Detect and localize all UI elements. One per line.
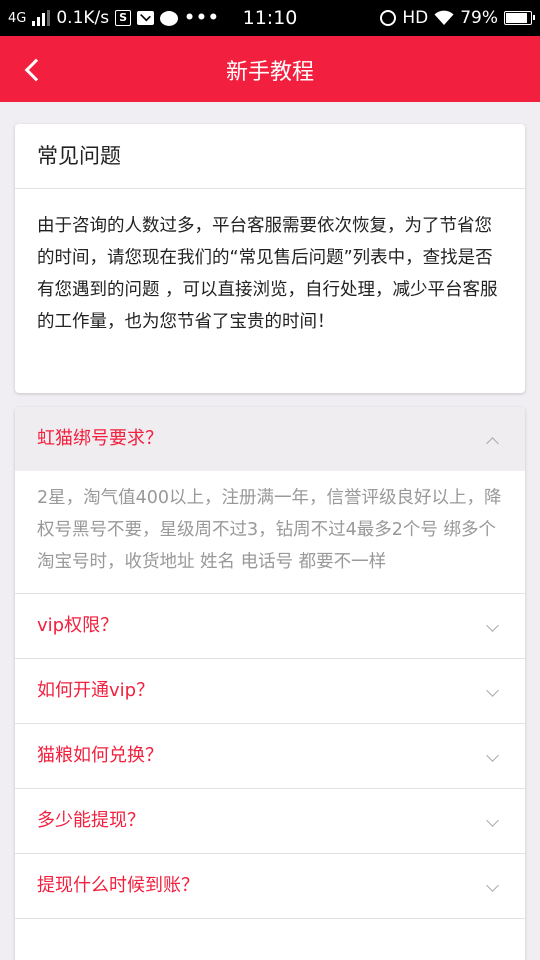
faq-item: 虹猫绑号要求？ 2星，淘气值400以上，注册满一年，信誉评级良好以上，降权号黑号…: [15, 407, 525, 594]
chevron-down-icon: [486, 814, 499, 827]
faq-question-text: 多少能提现？: [37, 810, 145, 831]
faq-question-text: 猫粮如何兑换？: [37, 745, 163, 766]
chevron-down-icon: [486, 749, 499, 762]
battery-fill: [506, 13, 527, 23]
faq-question-text: vip权限？: [37, 615, 119, 636]
app-bar: 新手教程: [0, 36, 540, 102]
chevron-down-icon: [486, 879, 499, 892]
faq-answer: 2星，淘气值400以上，注册满一年，信誉评级良好以上，降权号黑号不要，星级周不过…: [37, 488, 502, 572]
faq-question-text: 提现什么时候到账？: [37, 875, 199, 896]
faq-item: 如何开通vip？: [15, 659, 525, 724]
battery-icon: [504, 11, 535, 25]
faq-item: 提现什么时候到账？: [15, 854, 525, 919]
faq-question-toggle[interactable]: 提现什么时候到账？: [15, 854, 525, 918]
battery-percent: 79%: [460, 8, 498, 28]
intro-body: 由于咨询的人数过多，平台客服需要依次恢复，为了节省您的时间，请您现在我们的“常见…: [37, 216, 498, 332]
alarm-icon: [380, 10, 397, 26]
faq-item: 多少能提现？: [15, 789, 525, 854]
faq-question-toggle[interactable]: 虹猫绑号要求？: [15, 407, 525, 471]
faq-question-toggle[interactable]: 如何开通vip？: [15, 659, 525, 723]
faq-list: 虹猫绑号要求？ 2星，淘气值400以上，注册满一年，信誉评级良好以上，降权号黑号…: [15, 407, 525, 960]
faq-item: 猫粮如何兑换？: [15, 724, 525, 789]
faq-question-toggle[interactable]: 多少能提现？: [15, 789, 525, 853]
faq-question-text: 如何开通vip？: [37, 680, 155, 701]
intro-title: 常见问题: [15, 124, 525, 189]
faq-question-toggle[interactable]: 猫粮如何兑换？: [15, 724, 525, 788]
chevron-down-icon: [486, 684, 499, 697]
faq-question-toggle[interactable]: vip权限？: [15, 594, 525, 658]
wifi-icon: [434, 10, 454, 25]
chevron-up-icon: [486, 437, 499, 450]
faq-question-text: 虹猫绑号要求？: [37, 428, 163, 449]
intro-card: 常见问题 由于咨询的人数过多，平台客服需要依次恢复，为了节省您的时间，请您现在我…: [15, 124, 525, 393]
page-title: 新手教程: [225, 60, 314, 85]
status-bar: 4G 0.1K/s S ••• 11:10 HD 79%: [0, 0, 540, 36]
faq-item: vip权限？: [15, 594, 525, 659]
hd-indicator: HD: [402, 8, 429, 28]
chevron-down-icon: [486, 619, 499, 632]
status-right: HD 79%: [380, 8, 535, 28]
